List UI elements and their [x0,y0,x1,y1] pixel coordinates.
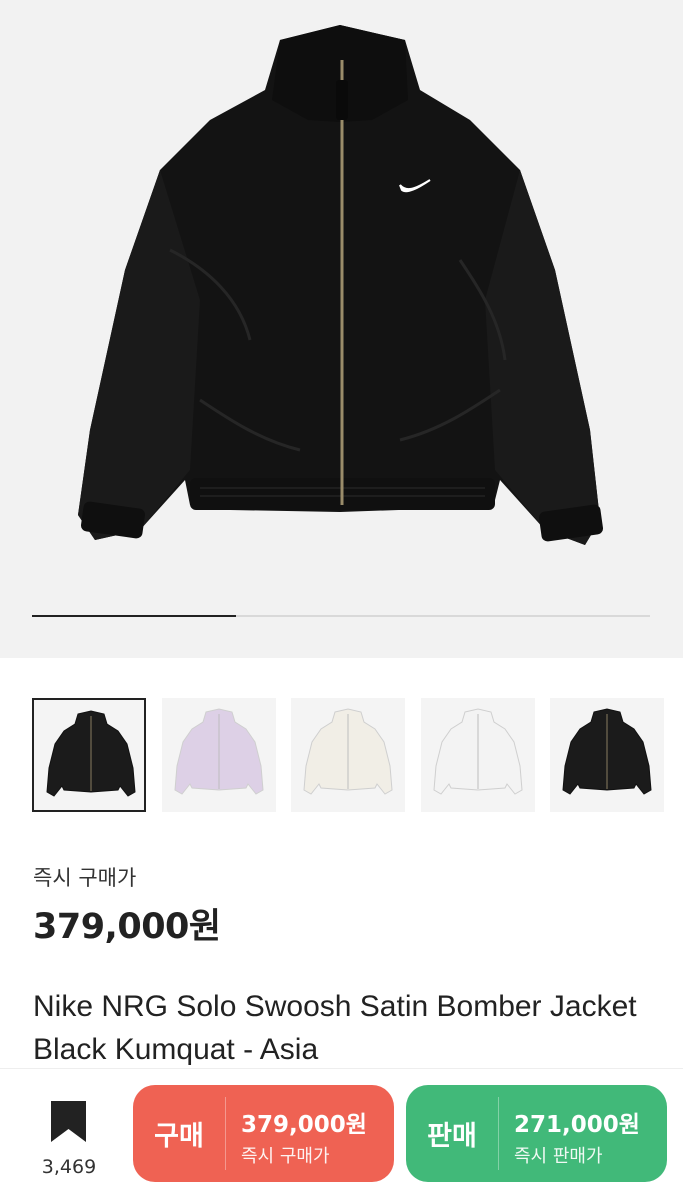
sell-label: 판매 [427,1121,477,1152]
sell-button[interactable]: 판매 271,000원 즉시 판매가 [406,1085,667,1182]
sell-divider [498,1097,499,1170]
sell-price: 271,000원 [514,1112,640,1138]
jacket-illustration [78,25,604,545]
thumbnail-5[interactable] [550,698,664,812]
buy-divider [225,1097,226,1170]
bookmark-icon [51,1101,86,1142]
product-image[interactable] [0,0,683,658]
instant-price: 379,000원 [33,907,221,947]
buy-sub-label: 즉시 구매가 [241,1146,330,1167]
bookmark-button[interactable]: 3,469 [30,1098,108,1182]
thumbnail-2[interactable] [161,698,276,812]
thumbnail-jacket-image [432,708,523,795]
thumbnail-1[interactable] [32,698,146,812]
thumbnail-jacket-image [562,708,652,795]
thumbnail-strip [32,698,683,812]
thumbnail-4[interactable] [420,698,535,812]
sell-sub-label: 즉시 판매가 [514,1146,603,1167]
thumbnail-3[interactable] [291,698,405,812]
buy-price: 379,000원 [241,1112,367,1138]
thumbnail-jacket-image [173,708,264,795]
buy-button[interactable]: 구매 379,000원 즉시 구매가 [133,1085,394,1182]
buy-label: 구매 [154,1121,204,1152]
gallery-progress [32,615,650,617]
instant-price-label: 즉시 구매가 [33,866,137,890]
thumbnail-jacket-image [46,710,136,797]
bookmark-count: 3,469 [41,1156,97,1178]
thumbnail-jacket-image [303,708,393,795]
gallery-progress-fill [32,615,236,617]
product-title: Nike NRG Solo Swoosh Satin Bomber Jacket… [33,990,637,1066]
